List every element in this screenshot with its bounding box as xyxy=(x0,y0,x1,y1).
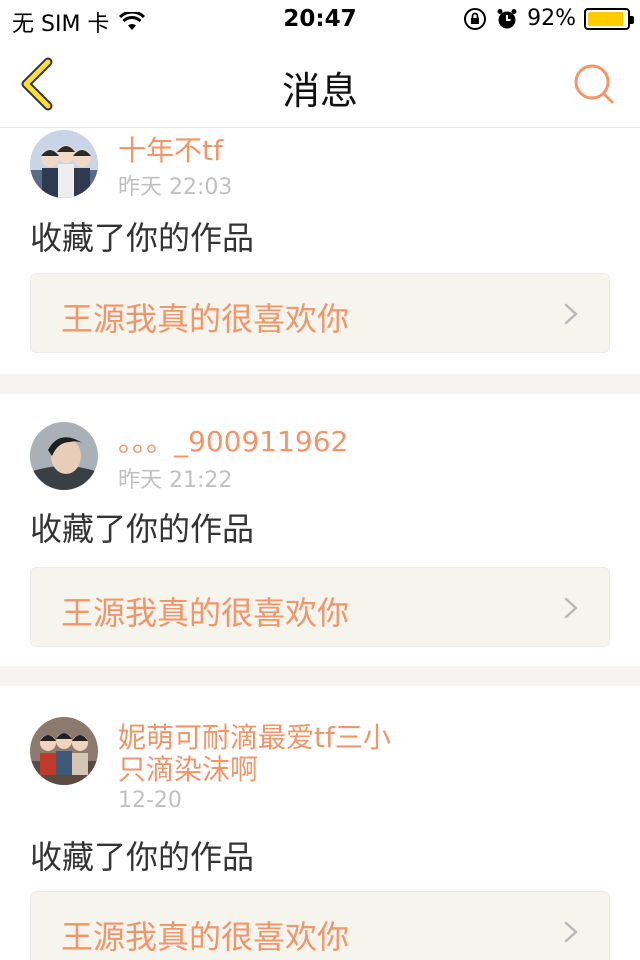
list-item[interactable]: 。。。_900911962 昨天 21:22 收藏了你的作品 王源我真的很喜欢你 xyxy=(0,394,640,666)
work-link[interactable]: 王源我真的很喜欢你 xyxy=(30,891,610,960)
status-bar: 无 SIM 卡 20:47 92% xyxy=(0,0,640,40)
work-link[interactable]: 王源我真的很喜欢你 xyxy=(30,567,610,647)
user-name[interactable]: 。。。_900911962 xyxy=(118,426,418,458)
work-title: 王源我真的很喜欢你 xyxy=(61,594,350,632)
message-time: 昨天 22:03 xyxy=(118,175,233,200)
page-title: 消息 xyxy=(281,69,358,113)
avatar[interactable] xyxy=(30,130,98,198)
divider xyxy=(0,374,640,394)
list-item[interactable]: 十年不tf 昨天 22:03 收藏了你的作品 王源我真的很喜欢你 xyxy=(0,129,640,374)
message-time: 昨天 21:22 xyxy=(118,468,233,493)
chevron-right-icon xyxy=(564,303,578,325)
alarm-icon xyxy=(497,8,517,28)
divider xyxy=(0,666,640,686)
action-text: 收藏了你的作品 xyxy=(30,219,255,257)
battery-icon xyxy=(584,7,634,30)
work-title: 王源我真的很喜欢你 xyxy=(61,918,350,956)
status-right: 92% xyxy=(463,6,634,31)
orientation-lock-icon xyxy=(464,7,487,30)
avatar[interactable] xyxy=(30,717,98,785)
chevron-right-icon xyxy=(564,921,578,943)
action-text: 收藏了你的作品 xyxy=(30,838,255,876)
battery-percent: 92% xyxy=(527,6,576,31)
nav-bar: 消息 xyxy=(0,40,640,128)
message-list[interactable]: 十年不tf 昨天 22:03 收藏了你的作品 王源我真的很喜欢你 。。。_900… xyxy=(0,129,640,960)
user-name[interactable]: 妮萌可耐滴最爱tf三小只滴染沫啊 xyxy=(118,722,418,786)
list-item[interactable]: 妮萌可耐滴最爱tf三小只滴染沫啊 12-20 收藏了你的作品 王源我真的很喜欢你 xyxy=(0,686,640,960)
work-title: 王源我真的很喜欢你 xyxy=(61,300,350,338)
user-name[interactable]: 十年不tf xyxy=(118,135,418,167)
message-time: 12-20 xyxy=(118,788,182,813)
search-icon[interactable] xyxy=(572,62,616,106)
chevron-right-icon xyxy=(564,597,578,619)
battery-tip xyxy=(630,15,634,24)
work-link[interactable]: 王源我真的很喜欢你 xyxy=(30,273,610,353)
action-text: 收藏了你的作品 xyxy=(30,510,255,548)
avatar[interactable] xyxy=(30,422,98,490)
battery-level xyxy=(588,11,623,26)
